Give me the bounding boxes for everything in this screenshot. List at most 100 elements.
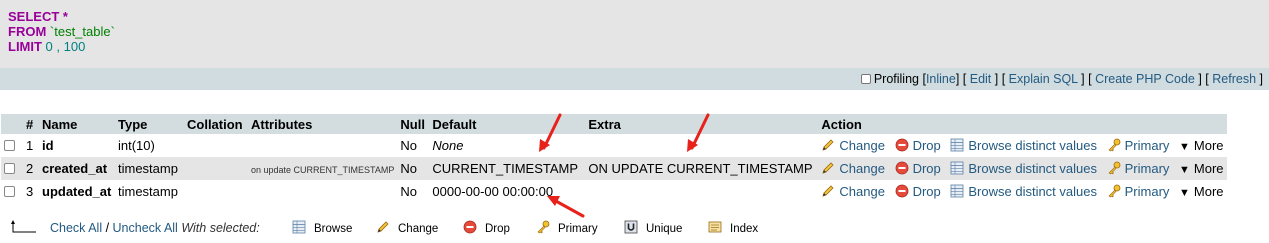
caret-down-icon: ▼: [1179, 187, 1190, 199]
key-icon: [1108, 184, 1121, 198]
header-null: Null: [400, 116, 425, 132]
column-default: CURRENT_TIMESTAMP: [432, 161, 579, 176]
browse-table-icon: [950, 184, 964, 198]
more-action[interactable]: ▼ More: [1179, 161, 1224, 176]
browse-distinct-action[interactable]: Browse distinct values: [950, 161, 1097, 176]
uncheck-all-link[interactable]: Uncheck All: [113, 221, 178, 235]
sql-line-1: SELECT *: [8, 9, 1269, 24]
drop-action[interactable]: Drop: [895, 138, 941, 153]
column-name: created_at: [42, 161, 108, 176]
key-icon: [1108, 161, 1121, 175]
header-num: #: [26, 116, 34, 132]
index-icon: [708, 221, 722, 233]
row-checkbox[interactable]: [4, 186, 15, 197]
drop-action[interactable]: Drop: [895, 161, 941, 176]
drop-icon: [895, 161, 908, 175]
row-number: 2: [26, 161, 34, 176]
bulk-change-button[interactable]: Change: [376, 216, 438, 241]
edit-link[interactable]: Edit: [970, 72, 992, 86]
inline-link[interactable]: Inline: [926, 72, 956, 86]
table-row: 2 created_at timestamp on update CURRENT…: [1, 157, 1227, 180]
row-select-cell: [1, 157, 23, 180]
pencil-icon: [822, 185, 834, 197]
header-collation: Collation: [187, 116, 243, 132]
sql-keyword-from: FROM: [8, 24, 47, 39]
pencil-icon: [377, 221, 389, 233]
bulk-primary-button[interactable]: Primary: [536, 216, 598, 241]
header-name: Name: [42, 116, 78, 132]
annotation-arrow-icon: [539, 113, 562, 152]
column-collation: [184, 134, 248, 157]
query-toolbar: Profiling [Inline] [ Edit ] [ Explain SQ…: [0, 68, 1269, 90]
refresh-link[interactable]: Refresh: [1212, 72, 1256, 86]
check-uncheck-group: Check All / Uncheck All With selected:: [50, 216, 260, 240]
change-action[interactable]: Change: [821, 184, 885, 199]
primary-action[interactable]: Primary: [1107, 184, 1169, 199]
profiling-checkbox[interactable]: [860, 74, 871, 84]
pencil-icon: [822, 139, 834, 151]
change-action[interactable]: Change: [821, 161, 885, 176]
create-php-code-link[interactable]: Create PHP Code: [1095, 72, 1195, 86]
bulk-unique-button[interactable]: Unique: [624, 216, 682, 241]
column-collation: [184, 180, 248, 203]
sql-limit-offset: 0: [41, 39, 53, 54]
column-collation: [184, 157, 248, 180]
drop-icon: [895, 184, 908, 198]
sql-keyword-limit: LIMIT: [8, 39, 42, 54]
structure-table: # Name Type Collation Attributes Null De…: [1, 114, 1227, 203]
browse-table-icon: [950, 138, 964, 152]
drop-icon: [895, 138, 908, 152]
browse-table-icon: [292, 220, 306, 234]
sql-limit-count: 100: [63, 39, 86, 54]
row-number: 3: [26, 184, 34, 199]
row-checkbox[interactable]: [4, 163, 15, 174]
sql-line-2: FROM `test_table`: [8, 24, 1269, 39]
key-icon: [537, 220, 550, 234]
sql-limit-sep: ,: [52, 39, 64, 54]
profiling-label: Profiling: [873, 72, 919, 86]
key-icon: [1108, 138, 1121, 152]
bulk-index-button[interactable]: Index: [708, 216, 758, 241]
drop-icon: [463, 220, 477, 234]
table-header-row: # Name Type Collation Attributes Null De…: [1, 114, 1227, 134]
drop-action[interactable]: Drop: [895, 184, 941, 199]
header-attributes: Attributes: [251, 116, 313, 132]
row-actions: Change Drop Browse distinct values Prima…: [818, 180, 1226, 203]
select-arrow-icon: [11, 220, 36, 233]
caret-down-icon: ▼: [1179, 141, 1190, 153]
browse-distinct-action[interactable]: Browse distinct values: [950, 138, 1097, 153]
check-all-link[interactable]: Check All: [50, 221, 102, 235]
header-type: Type: [118, 116, 148, 132]
primary-action[interactable]: Primary: [1107, 138, 1169, 153]
pencil-icon: [822, 162, 834, 174]
bulk-actions-bar: Check All / Uncheck All With selected: B…: [0, 216, 1269, 240]
sql-query-box: SELECT * FROM `test_table` LIMIT 0 , 100: [0, 0, 1269, 68]
bulk-browse-button[interactable]: Browse: [292, 216, 352, 241]
column-name: updated_at: [42, 184, 112, 199]
column-attributes: [248, 134, 397, 157]
annotation-arrow-icon: [687, 113, 710, 152]
column-extra: [585, 180, 818, 203]
primary-action[interactable]: Primary: [1107, 161, 1169, 176]
check-separator: /: [102, 221, 113, 235]
column-null: No: [400, 184, 418, 199]
with-selected-label: With selected:: [181, 221, 260, 235]
sql-select-star: *: [59, 9, 68, 24]
sql-table-name: `test_table`: [46, 24, 115, 39]
row-actions: Change Drop Browse distinct values Prima…: [818, 157, 1226, 180]
column-name: id: [42, 138, 54, 153]
row-checkbox[interactable]: [4, 140, 15, 151]
browse-table-icon: [950, 161, 964, 175]
column-extra: ON UPDATE CURRENT_TIMESTAMP: [588, 161, 813, 176]
row-actions: Change Drop Browse distinct values Prima…: [818, 134, 1226, 157]
row-number: 1: [26, 138, 34, 153]
bulk-drop-button[interactable]: Drop: [463, 216, 510, 241]
explain-sql-link[interactable]: Explain SQL: [1009, 72, 1078, 86]
browse-distinct-action[interactable]: Browse distinct values: [950, 184, 1097, 199]
header-action: Action: [821, 116, 862, 132]
more-action[interactable]: ▼ More: [1179, 138, 1224, 153]
change-action[interactable]: Change: [821, 138, 885, 153]
more-action[interactable]: ▼ More: [1179, 184, 1224, 199]
caret-down-icon: ▼: [1179, 164, 1190, 176]
header-checkbox-col: [1, 114, 23, 134]
